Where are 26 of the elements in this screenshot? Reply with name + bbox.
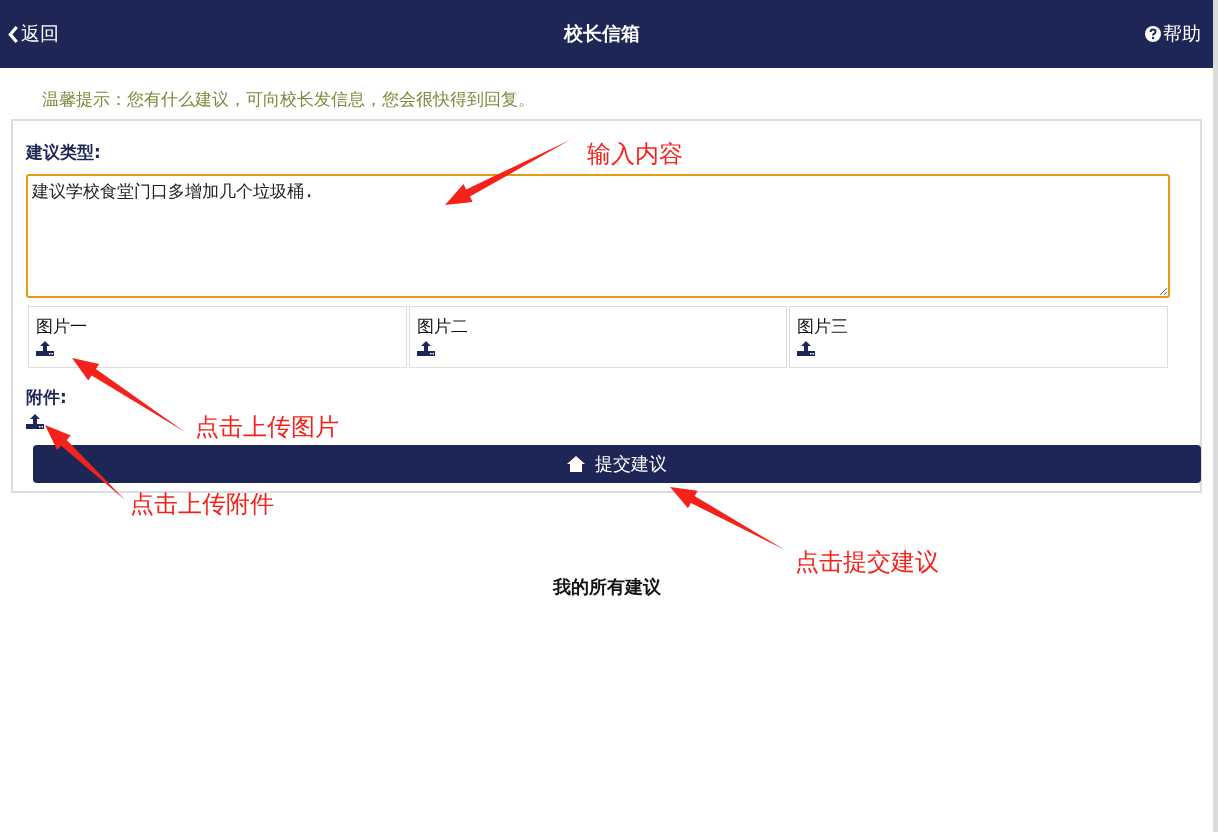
section-title: 我的所有建议 — [552, 575, 661, 599]
notice-text: 温馨提示：您有什么建议，可向校长发信息，您会很快得到回复。 — [42, 88, 536, 111]
annotation-text: 点击上传附件 — [130, 489, 274, 520]
upload-icon[interactable] — [797, 340, 816, 356]
slot-label: 图片三 — [797, 315, 849, 338]
help-link[interactable]: 帮助 — [1145, 21, 1201, 47]
back-chevron-icon — [8, 25, 19, 43]
attachment-label: 附件: — [26, 386, 67, 409]
page-title: 校长信箱 — [564, 21, 640, 46]
submit-button[interactable]: 提交建议 — [33, 445, 1201, 483]
content-textarea[interactable]: 建议学校食堂门口多增加几个垃圾桶. — [26, 174, 1170, 298]
annotation-text: 点击提交建议 — [795, 547, 939, 578]
type-label: 建议类型: — [26, 141, 101, 164]
upload-icon[interactable] — [26, 413, 44, 429]
image-slot[interactable]: 图片一 — [28, 306, 407, 368]
question-icon — [1145, 26, 1161, 42]
annotation-text: 点击上传图片 — [195, 412, 339, 443]
slot-label: 图片二 — [416, 315, 468, 338]
annotation-text: 输入内容 — [587, 139, 683, 170]
slot-label: 图片一 — [36, 315, 87, 338]
upload-icon[interactable] — [416, 340, 435, 356]
back-link[interactable]: 返回 — [8, 21, 59, 47]
image-slot[interactable]: 图片二 — [408, 306, 788, 368]
image-slot[interactable]: 图片三 — [789, 306, 1168, 368]
upload-icon[interactable] — [36, 340, 54, 356]
home-icon — [567, 456, 585, 472]
